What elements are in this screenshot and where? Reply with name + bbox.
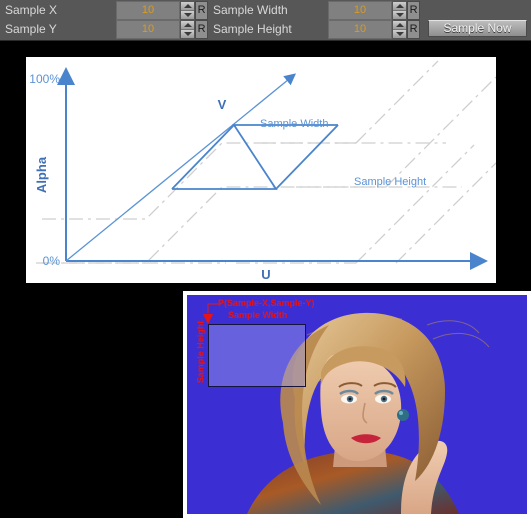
alpha-tick-bottom: 0% (43, 254, 61, 268)
sample-x-stepper[interactable] (180, 1, 196, 20)
photo-sample-width-label: Sample Width (228, 310, 288, 320)
sample-y-decrement[interactable] (181, 29, 195, 38)
ghost-guides (36, 60, 496, 264)
sample-preview-frame: P(Sample-X,Sample-Y) Sample Width Sample… (183, 291, 531, 518)
alpha-axis-label: Alpha (34, 156, 49, 193)
sample-y-reset-button[interactable]: R (195, 20, 208, 39)
alpha-uv-diagram: 100% 0% Alpha U V Sample Width Sample He… (26, 57, 496, 283)
v-axis (65, 73, 297, 262)
photo-point-label: P(Sample-X,Sample-Y) (218, 298, 315, 308)
sample-x-input[interactable]: 10 (115, 1, 181, 20)
sample-width-input[interactable]: 10 (327, 1, 393, 20)
param-sample-x-label: Sample X (5, 3, 58, 17)
u-axis-label: U (261, 267, 270, 282)
v-axis-label: V (218, 97, 227, 112)
sample-width-increment[interactable] (393, 2, 407, 10)
alpha-tick-top: 100% (29, 72, 60, 86)
sample-height-increment[interactable] (393, 21, 407, 29)
sample-selection-rect[interactable] (208, 324, 306, 387)
sample-y-stepper[interactable] (180, 20, 196, 39)
sample-now-button[interactable]: Sample Now (428, 20, 527, 37)
sample-height-decrement[interactable] (393, 29, 407, 38)
photo-sample-height-label: Sample Height (195, 320, 206, 384)
sample-width-stepper[interactable] (392, 1, 408, 20)
param-sample-height-label: Sample Height (213, 22, 292, 36)
sample-parallelogram (171, 124, 339, 190)
sample-preview-image[interactable]: P(Sample-X,Sample-Y) Sample Width Sample… (187, 295, 527, 514)
sample-height-stepper[interactable] (392, 20, 408, 39)
param-sample-y: Sample Y 10 R (0, 20, 208, 39)
app-window: Sample X 10 R Sample Y 10 R Sample Width… (0, 0, 531, 518)
param-sample-width: Sample Width 10 R (208, 1, 420, 20)
sample-x-reset-button[interactable]: R (195, 1, 208, 20)
diagram-sample-height-label: Sample Height (354, 176, 426, 188)
diagram-axes (57, 67, 488, 270)
sample-y-increment[interactable] (181, 21, 195, 29)
sample-width-decrement[interactable] (393, 10, 407, 19)
sample-y-input[interactable]: 10 (115, 20, 181, 39)
param-sample-y-label: Sample Y (5, 22, 57, 36)
sample-width-reset-button[interactable]: R (407, 1, 420, 20)
sample-toolbar: Sample X 10 R Sample Y 10 R Sample Width… (0, 0, 531, 41)
param-sample-width-label: Sample Width (213, 3, 288, 17)
sample-x-increment[interactable] (181, 2, 195, 10)
sample-x-decrement[interactable] (181, 10, 195, 19)
diagram-sample-width-label: Sample Width (260, 118, 328, 130)
param-sample-x: Sample X 10 R (0, 1, 208, 20)
param-sample-height: Sample Height 10 R (208, 20, 420, 39)
diagram-canvas: 100% 0% Alpha U V Sample Width Sample He… (29, 60, 496, 282)
sample-height-reset-button[interactable]: R (407, 20, 420, 39)
sample-height-input[interactable]: 10 (327, 20, 393, 39)
